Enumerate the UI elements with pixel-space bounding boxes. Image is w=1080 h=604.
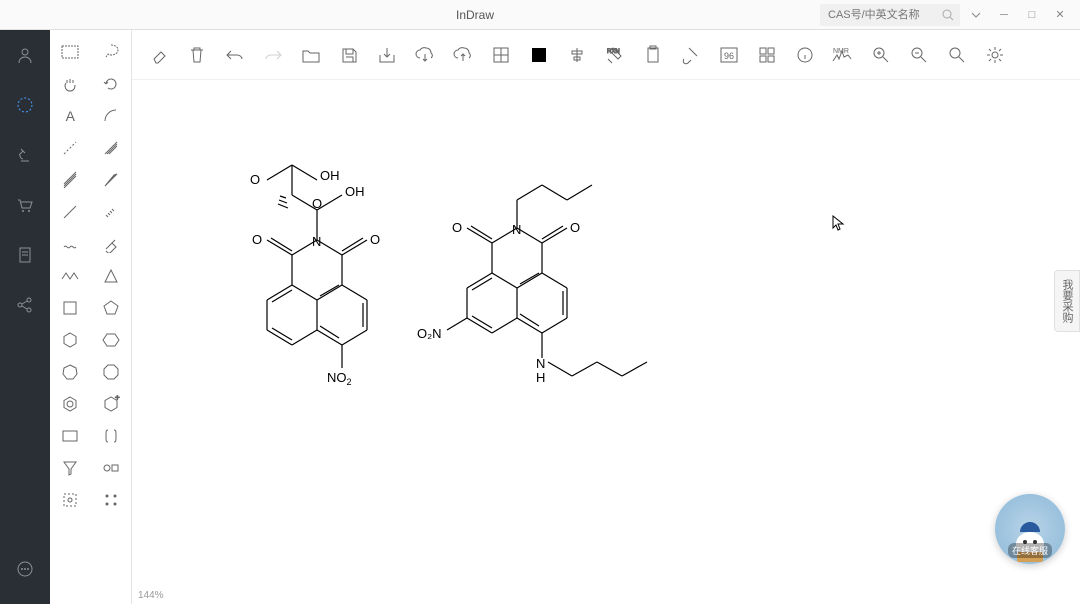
arc-tool[interactable] (91, 100, 132, 132)
svg-text:O: O (370, 232, 380, 247)
svg-text:N: N (312, 234, 321, 249)
rail-share-icon[interactable] (10, 290, 40, 320)
bracket-tool[interactable] (91, 420, 132, 452)
rail-selection-icon[interactable] (10, 90, 40, 120)
nmr-button[interactable]: NMR (828, 40, 858, 70)
top-toolbar: RXN 96 NMR (132, 30, 1080, 80)
redo-button[interactable] (258, 40, 288, 70)
color-button[interactable] (524, 40, 554, 70)
align-button[interactable] (562, 40, 592, 70)
trash-button[interactable] (182, 40, 212, 70)
rail-microscope-icon[interactable] (10, 140, 40, 170)
rail-chat-icon[interactable] (10, 554, 40, 584)
charged-ring-tool[interactable]: + (91, 388, 132, 420)
purchase-tab[interactable]: 我要采购 (1054, 270, 1080, 332)
svg-text:RXN: RXN (607, 49, 620, 55)
svg-text:OH: OH (320, 168, 340, 183)
zoom-out-button[interactable] (904, 40, 934, 70)
bond-hatch-tool[interactable] (91, 132, 132, 164)
tool-panel: A + (50, 30, 132, 604)
eraser-tool[interactable] (91, 228, 132, 260)
funnel-tool[interactable] (50, 452, 91, 484)
rect-tool[interactable] (50, 420, 91, 452)
rail-document-icon[interactable] (10, 240, 40, 270)
hexagon-tool[interactable] (50, 324, 91, 356)
molecule-2[interactable]: O O N O₂N N H (412, 150, 662, 400)
square-tool[interactable] (50, 292, 91, 324)
settings-button[interactable] (980, 40, 1010, 70)
titlebar: InDraw ─ □ ✕ (0, 0, 1080, 30)
svg-text:+: + (115, 395, 120, 402)
svg-text:OH: OH (345, 184, 365, 199)
left-rail (0, 30, 50, 604)
svg-text:O₂N: O₂N (417, 326, 442, 341)
clean-button[interactable]: RXN (600, 40, 630, 70)
number-button[interactable]: 96 (714, 40, 744, 70)
cursor-icon (832, 215, 846, 234)
svg-text:N: N (536, 356, 545, 371)
zoom-level: 144% (138, 590, 164, 601)
rail-cart-icon[interactable] (10, 190, 40, 220)
marquee-tool[interactable] (50, 36, 91, 68)
assistant-label: 在线客服 (1008, 543, 1052, 558)
maximize-button[interactable]: □ (1020, 3, 1044, 27)
dots-tool[interactable] (91, 484, 132, 516)
pentagon-tool[interactable] (91, 292, 132, 324)
grid-button[interactable] (486, 40, 516, 70)
bond-hash-tool[interactable] (91, 196, 132, 228)
zoom-in-button[interactable] (942, 40, 972, 70)
lasso-tool[interactable] (91, 36, 132, 68)
rotate-tool[interactable] (91, 68, 132, 100)
svg-text:O: O (252, 232, 262, 247)
export-button[interactable] (372, 40, 402, 70)
svg-text:96: 96 (724, 51, 734, 61)
search-icon[interactable] (942, 8, 954, 26)
save-button[interactable] (334, 40, 364, 70)
svg-text:O: O (570, 220, 580, 235)
svg-text:O: O (250, 172, 260, 187)
paste-button[interactable] (638, 40, 668, 70)
svg-text:O: O (312, 196, 322, 211)
canvas[interactable]: O OH OH O O O N NO2 (132, 80, 1080, 586)
cycloheptane-tool[interactable] (50, 356, 91, 388)
template-tool[interactable] (91, 452, 132, 484)
zoom-fit-button[interactable] (866, 40, 896, 70)
svg-text:NO2: NO2 (327, 370, 352, 387)
grid2-button[interactable] (752, 40, 782, 70)
bond-wavy-tool[interactable] (50, 228, 91, 260)
bond-single-tool[interactable] (50, 196, 91, 228)
cyclooctane-tool[interactable] (91, 356, 132, 388)
svg-text:O: O (452, 220, 462, 235)
bond-multi-tool[interactable] (50, 164, 91, 196)
cloud-up-button[interactable] (448, 40, 478, 70)
hexagon2-tool[interactable] (91, 324, 132, 356)
dropdown-icon[interactable] (964, 3, 988, 27)
clip-button[interactable] (676, 40, 706, 70)
hand-tool[interactable] (50, 68, 91, 100)
bond-dash-tool[interactable] (50, 132, 91, 164)
eraser-button[interactable] (144, 40, 174, 70)
chain-tool[interactable] (50, 260, 91, 292)
minimize-button[interactable]: ─ (992, 3, 1016, 27)
search-input[interactable] (820, 4, 960, 26)
app-title: InDraw (130, 8, 820, 22)
rail-user-icon[interactable] (10, 40, 40, 70)
group-tool[interactable] (50, 484, 91, 516)
open-button[interactable] (296, 40, 326, 70)
bond-wedge-tool[interactable] (91, 164, 132, 196)
assistant-widget[interactable]: 在线客服 (995, 494, 1065, 564)
molecule-1[interactable]: O OH OH O O O N NO2 (212, 140, 392, 420)
triangle-tool[interactable] (91, 260, 132, 292)
info-button[interactable] (790, 40, 820, 70)
benzene-tool[interactable] (50, 388, 91, 420)
undo-button[interactable] (220, 40, 250, 70)
cloud-down-button[interactable] (410, 40, 440, 70)
svg-text:N: N (512, 222, 521, 237)
text-tool[interactable]: A (50, 100, 91, 132)
status-bar: 144% (132, 586, 164, 604)
close-button[interactable]: ✕ (1048, 3, 1072, 27)
svg-text:H: H (536, 370, 545, 385)
